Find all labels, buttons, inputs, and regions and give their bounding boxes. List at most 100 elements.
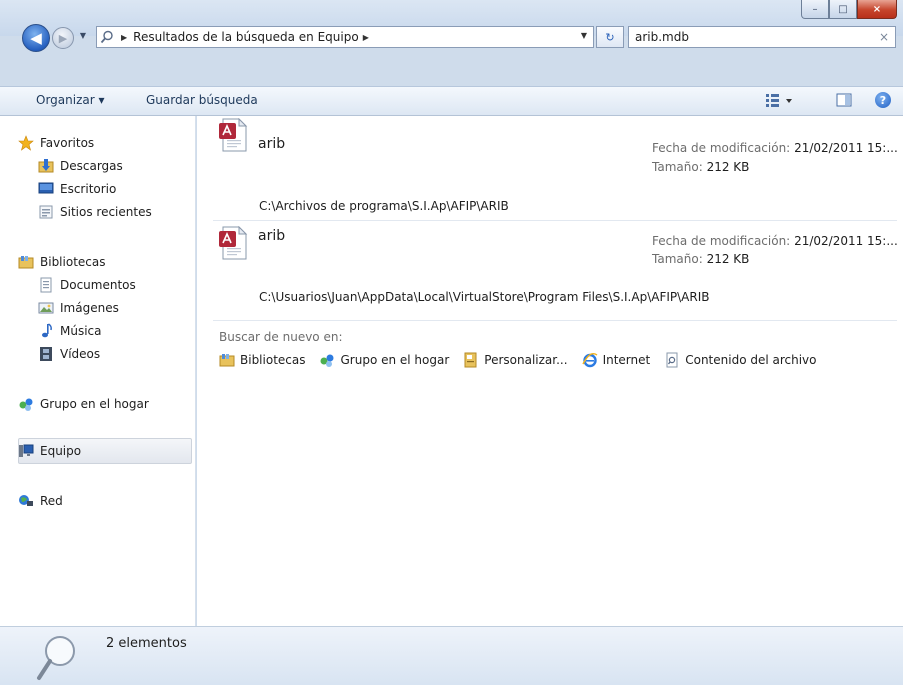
sidebar-item-label: Grupo en el hogar [40,397,149,411]
sidebar-item-desktop[interactable]: Escritorio [38,179,116,199]
search-again-label: Internet [602,353,651,367]
save-search-button[interactable]: Guardar búsqueda [146,93,258,107]
search-again-custom[interactable]: Personalizar... [463,352,568,368]
sidebar-item-libraries[interactable]: Bibliotecas [18,252,105,272]
command-bar: Organizar ▾ Guardar búsqueda ? [0,86,903,116]
search-again-title: Buscar de nuevo en: [219,330,343,344]
sidebar-item-label: Descargas [60,159,123,173]
sidebar-item-label: Música [60,324,102,338]
list-item[interactable]: arib Fecha de modificación: 21/02/2011 1… [213,224,898,320]
search-again-homegroup[interactable]: Grupo en el hogar [319,352,449,368]
file-path: C:\Archivos de programa\S.I.Ap\AFIP\ARIB [259,199,509,213]
file-path: C:\Usuarios\Juan\AppData\Local\VirtualSt… [259,290,710,304]
forward-button[interactable]: ▶ [52,27,74,49]
file-name[interactable]: arib [258,136,285,152]
organize-button[interactable]: Organizar ▾ [36,93,105,107]
help-icon[interactable]: ? [875,92,891,108]
forward-arrow-icon: ▶ [58,31,68,45]
sidebar-item-label: Bibliotecas [40,255,106,269]
sidebar-item-label: Sitios recientes [60,205,152,219]
view-options-icon[interactable] [764,92,794,111]
sidebar-item-computer[interactable]: Equipo [18,441,81,461]
search-again-file-contents[interactable]: Contenido del archivo [664,352,817,368]
sidebar-item-pictures[interactable]: Imágenes [38,298,119,318]
size-value: 212 KB [706,160,750,174]
file-search-icon [664,352,680,368]
access-database-file-icon [218,117,248,152]
sidebar-item-label: Equipo [40,444,82,458]
search-magnifier-icon [36,633,80,681]
libraries-icon [219,352,235,368]
search-again-internet[interactable]: Internet [581,352,651,368]
maximize-button[interactable]: □ [829,0,857,19]
breadcrumb-chevron-icon[interactable]: ▶ [121,33,127,42]
network-icon [18,493,34,509]
search-again-options: Bibliotecas Grupo en el hogar Personaliz… [219,352,831,368]
navigation-row: ◀ ▶ ▼ ▶ Resultados de la búsqueda en Equ… [0,18,903,56]
back-arrow-icon: ◀ [30,29,42,47]
star-icon [18,135,34,151]
sidebar-item-documents[interactable]: Documentos [38,275,136,295]
sidebar-item-label: Red [40,494,63,508]
internet-explorer-icon [581,352,598,368]
search-again-label: Contenido del archivo [685,353,817,367]
results-pane: arib Fecha de modificación: 21/02/2011 1… [197,116,903,626]
breadcrumb-chevron-icon[interactable]: ▶ [363,33,369,42]
homegroup-icon [319,352,335,368]
result-divider [213,320,897,321]
sidebar-item-label: Escritorio [60,182,117,196]
result-divider [213,220,897,221]
search-again-libraries[interactable]: Bibliotecas [219,352,305,368]
documents-icon [38,277,54,293]
computer-icon [18,443,34,459]
homegroup-icon [18,396,34,412]
item-count: 2 elementos [106,636,187,651]
caption-buttons: – □ × [801,0,897,20]
sidebar-item-recent-places[interactable]: Sitios recientes [38,202,152,222]
navigation-pane: Favoritos Descargas Escritorio Sitios re… [0,116,196,626]
minimize-button[interactable]: – [801,0,829,19]
search-folder-icon [97,27,117,47]
preview-pane-icon[interactable] [836,92,852,111]
breadcrumb-current[interactable]: Resultados de la búsqueda en Equipo [133,30,359,44]
sidebar-item-music[interactable]: Música [38,321,102,341]
search-again-label: Bibliotecas [240,353,306,367]
sidebar-item-label: Documentos [60,278,136,292]
close-button[interactable]: × [857,0,897,19]
libraries-icon [18,254,34,270]
recent-pages-dropdown[interactable]: ▼ [78,31,88,43]
sidebar-item-homegroup[interactable]: Grupo en el hogar [18,394,149,414]
music-note-icon [38,323,54,339]
sidebar-item-network[interactable]: Red [18,491,63,511]
custom-folder-icon [463,352,479,368]
address-bar[interactable]: ▶ Resultados de la búsqueda en Equipo ▶ … [96,26,594,48]
search-again-label: Grupo en el hogar [340,353,450,367]
sidebar-item-videos[interactable]: Vídeos [38,344,100,364]
search-input[interactable]: arib.mdb [635,30,689,44]
modified-date: Fecha de modificación: 21/02/2011 15:... [652,234,898,248]
list-item[interactable]: arib Fecha de modificación: 21/02/2011 1… [213,116,898,220]
recent-places-icon [38,204,54,220]
clear-search-icon[interactable]: × [879,30,889,44]
modified-value: 21/02/2011 15:... [794,141,898,155]
modified-label: Fecha de modificación: [652,234,791,248]
modified-date: Fecha de modificación: 21/02/2011 15:... [652,141,898,155]
sidebar-item-downloads[interactable]: Descargas [38,156,123,176]
access-database-file-icon [218,225,248,260]
sidebar-item-favorites[interactable]: Favoritos [18,133,94,153]
details-pane: 2 elementos [0,626,903,685]
downloads-folder-icon [38,158,54,174]
modified-value: 21/02/2011 15:... [794,234,898,248]
file-size: Tamaño: 212 KB [652,252,749,266]
refresh-button[interactable]: ↻ [596,26,624,48]
address-dropdown-icon[interactable]: ▼ [581,31,587,40]
film-icon [38,346,54,362]
explorer-window: – □ × ◀ ▶ ▼ ▶ Resultados de la búsqueda … [0,0,903,685]
size-label: Tamaño: [652,252,703,266]
search-box[interactable]: arib.mdb × [628,26,896,48]
refresh-icon: ↻ [605,30,615,44]
size-value: 212 KB [706,252,750,266]
modified-label: Fecha de modificación: [652,141,791,155]
file-name[interactable]: arib [258,228,285,244]
back-button[interactable]: ◀ [22,24,50,52]
